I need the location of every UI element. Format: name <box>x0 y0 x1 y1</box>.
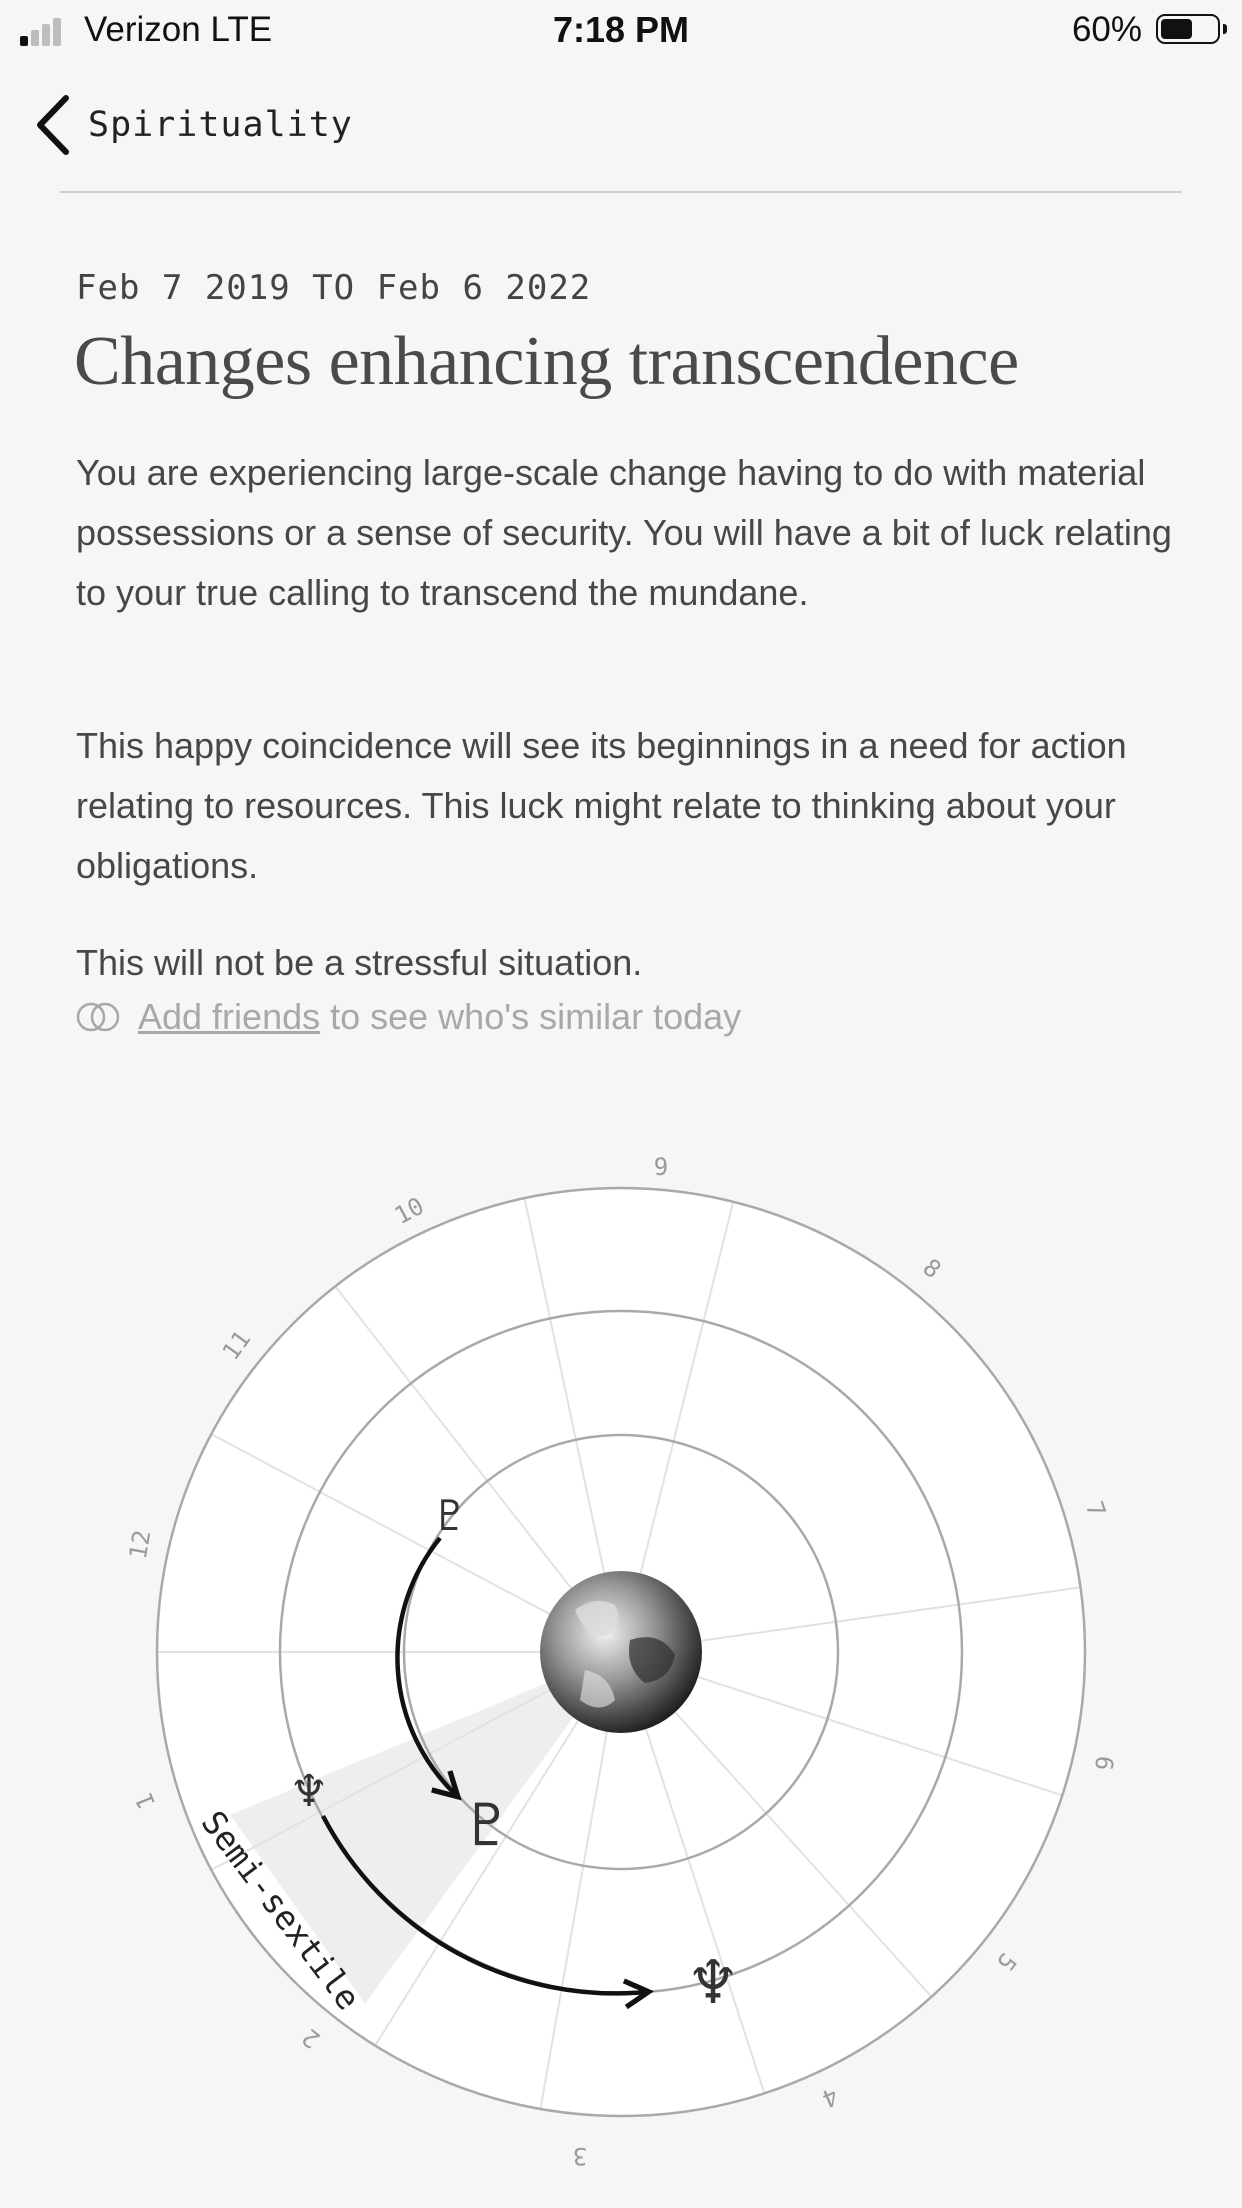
body-paragraph-1: You are experiencing large-scale change … <box>76 452 1172 613</box>
battery-percent: 60% <box>1071 10 1142 49</box>
house-number: 3 <box>573 2142 587 2170</box>
house-number: 10 <box>390 1192 429 1230</box>
house-number: 2 <box>297 2023 326 2054</box>
house-number: 4 <box>818 2082 842 2113</box>
add-friends-link[interactable]: Add friends <box>138 996 320 1038</box>
date-range: Feb 7 2019 TO Feb 6 2022 <box>76 268 592 308</box>
house-number: 7 <box>1080 1498 1111 1521</box>
neptune-natal-icon: ♆ <box>289 1766 328 1817</box>
header-divider <box>60 191 1182 193</box>
neptune-transit-icon: ♆ <box>686 1948 740 2018</box>
body-paragraph-2: This happy coincidence will see its begi… <box>76 725 1127 886</box>
status-bar: Verizon LTE 7:18 PM 60% <box>0 0 1242 62</box>
house-number: 5 <box>991 1948 1022 1977</box>
status-time: 7:18 PM <box>552 9 690 50</box>
nav-title: Spirituality <box>88 105 353 145</box>
house-number: 6 <box>1089 1754 1119 1772</box>
friends-prompt: Add friends to see who's similar today <box>74 996 741 1038</box>
battery-icon <box>1156 14 1227 44</box>
chevron-left-icon <box>37 95 69 155</box>
back-button[interactable]: Spirituality <box>30 90 353 160</box>
house-number: 8 <box>918 1253 947 1284</box>
earth-globe-icon <box>540 1571 702 1733</box>
body-paragraph-3: This will not be a stressful situation. <box>76 942 643 983</box>
transit-wheel-chart: 1 2 3 4 5 6 7 8 9 10 11 12 ♇ ♇ ♆ ♆ Semi-… <box>124 1153 1119 2170</box>
page-title: Changes enhancing transcendence <box>74 323 1019 400</box>
friends-prompt-text: to see who's similar today <box>330 996 742 1037</box>
house-number: 9 <box>654 1153 668 1181</box>
overlapping-circles-icon <box>76 1002 120 1032</box>
pluto-transit-icon: ♇ <box>461 1791 513 1859</box>
pluto-natal-icon: ♇ <box>431 1491 469 1540</box>
house-number: 1 <box>130 1789 161 1813</box>
house-number: 12 <box>124 1528 157 1561</box>
house-number: 11 <box>217 1325 257 1365</box>
